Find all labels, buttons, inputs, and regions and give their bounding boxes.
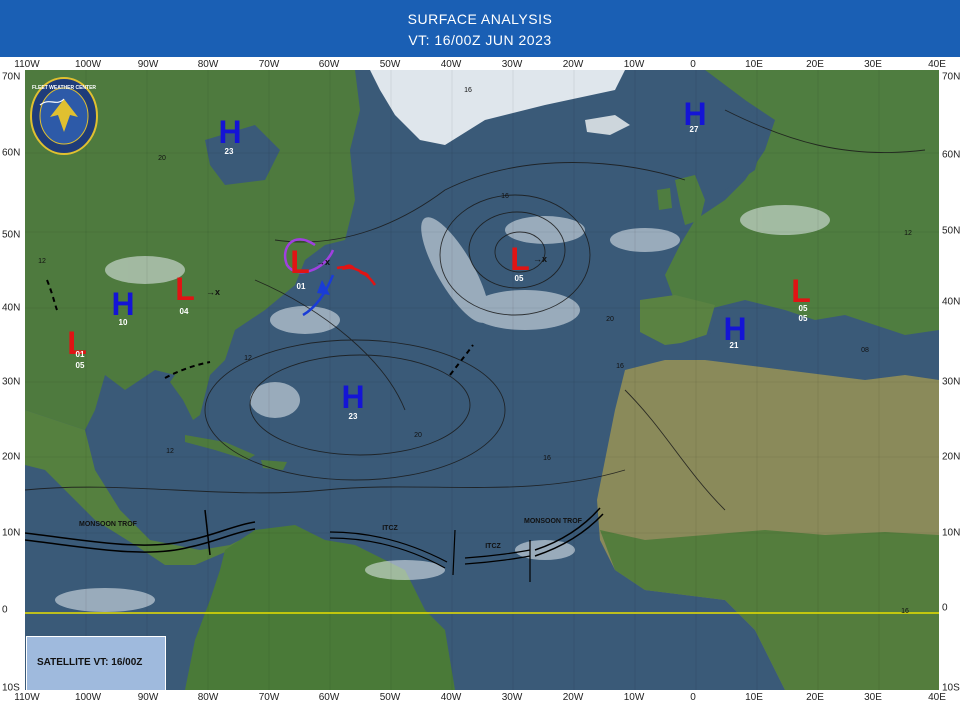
itcz-label-1: ITCZ — [382, 525, 398, 532]
lat-label-right: 70N — [942, 71, 960, 83]
high-value-northatlantic: 27 — [690, 125, 699, 134]
lon-label-bottom: 0 — [690, 692, 696, 703]
satellite-map: H 23 H 27 H 10 L 04 →x L 01 →x L 05 →x L… — [25, 70, 939, 690]
isobar-label: 16 — [616, 363, 624, 370]
itcz-label-2: ITCZ — [485, 543, 501, 550]
valid-time: VT: 16/00Z JUN 2023 — [408, 32, 552, 48]
lon-label-bottom: 110W — [14, 692, 40, 703]
high-value-bermuda: 23 — [349, 412, 358, 421]
lon-label-bottom: 70W — [258, 692, 280, 703]
lat-label-right: 50N — [942, 225, 960, 237]
ireland — [657, 188, 672, 210]
isobar-label: 20 — [158, 155, 166, 162]
high-pressure-mark-bermuda: H — [341, 379, 364, 415]
lat-label-right: 20N — [942, 451, 960, 463]
lon-label-top: 10W — [623, 59, 645, 70]
lat-label-right: 10S — [942, 682, 960, 694]
low-value-italy: 05 — [799, 304, 808, 313]
logo-lettering: FLEET WEATHER CENTER — [32, 85, 96, 91]
lon-label-top: 100W — [74, 59, 102, 70]
lat-label-right: 30N — [942, 376, 960, 388]
high-value-midwest: 10 — [119, 318, 128, 327]
lon-label-top: 50W — [379, 59, 401, 70]
satellite-valid-time-box: SATELLITE VT: 16/00Z — [26, 636, 166, 691]
lon-label-top: 40W — [440, 59, 462, 70]
isobar-label: 16 — [501, 193, 509, 200]
lat-label-right: 0 — [942, 602, 948, 614]
lat-label-right: 10N — [942, 527, 960, 539]
lon-label-top: 20W — [562, 59, 584, 70]
lon-label-bottom: 20E — [806, 692, 824, 703]
lat-label-right: 40N — [942, 296, 960, 308]
isobar-label: 12 — [904, 230, 912, 237]
lon-label-top: 80W — [197, 59, 219, 70]
lon-label-top: 90W — [137, 59, 159, 70]
lon-label-top: 30W — [501, 59, 523, 70]
low-value-greatlakes: 04 — [180, 307, 189, 316]
isobar-label: 08 — [861, 347, 869, 354]
lat-label-left: 70N — [2, 71, 21, 83]
lat-label-left: 40N — [2, 302, 21, 314]
isobar-label: 16 — [464, 87, 472, 94]
lon-label-bottom: 30E — [864, 692, 882, 703]
monsoon-trof-label-right: MONSOON TROF — [524, 518, 583, 525]
low-value-texas: 01 — [76, 350, 85, 359]
isobar-label: 12 — [166, 448, 174, 455]
isobar-label: 20 — [414, 432, 422, 439]
lon-label-bottom: 100W — [74, 692, 102, 703]
high-value-canada: 23 — [225, 147, 234, 156]
lat-label-left: 10S — [2, 682, 20, 694]
lon-label-bottom: 10W — [623, 692, 645, 703]
lon-label-top: 60W — [318, 59, 340, 70]
satellite-valid-time: SATELLITE VT: 16/00Z — [37, 657, 143, 668]
lon-label-bottom: 80W — [197, 692, 219, 703]
low-track-arrow-midatlantic: →x — [533, 254, 547, 264]
lon-label-top: 40E — [928, 59, 946, 70]
map-header: SURFACE ANALYSIS VT: 16/00Z JUN 2023 — [0, 0, 960, 57]
lon-label-bottom: 20W — [562, 692, 584, 703]
high-pressure-mark-canada: H — [218, 114, 241, 150]
lon-label-bottom: 90W — [137, 692, 159, 703]
isobar-label: 16 — [543, 455, 551, 462]
monsoon-trof-label-left: MONSOON TROF — [79, 521, 138, 528]
lat-label-left: 60N — [2, 147, 21, 159]
lat-label-right: 60N — [942, 149, 960, 161]
high-pressure-mark-midwest: H — [111, 286, 134, 322]
map-title: SURFACE ANALYSIS — [407, 11, 553, 27]
lon-label-top: 20E — [806, 59, 824, 70]
lon-label-bottom: 30W — [501, 692, 523, 703]
isobar-label: 12 — [244, 355, 252, 362]
lon-label-bottom: 40W — [440, 692, 462, 703]
low-pressure-mark-greatlakes: L — [175, 271, 195, 307]
lon-label-top: 0 — [690, 59, 696, 70]
low-track-arrow-newfoundland: →x — [316, 257, 330, 267]
lon-label-bottom: 50W — [379, 692, 401, 703]
isobar-label: 20 — [606, 316, 614, 323]
isobar-label: 12 — [38, 258, 46, 265]
lon-label-bottom: 10E — [745, 692, 763, 703]
low-value2-texas: 05 — [76, 361, 85, 370]
low-value-newfoundland: 01 — [297, 282, 306, 291]
isobar-label: 16 — [901, 608, 909, 615]
low-value2-italy: 05 — [799, 314, 808, 323]
lat-label-left: 0 — [2, 604, 8, 616]
lon-label-bottom: 40E — [928, 692, 946, 703]
low-track-arrow-greatlakes: →x — [206, 287, 220, 297]
lon-label-top: 30E — [864, 59, 882, 70]
low-value-midatlantic: 05 — [515, 274, 524, 283]
lon-label-top: 110W — [14, 59, 40, 70]
high-value-algeria: 21 — [730, 341, 739, 350]
lon-label-bottom: 60W — [318, 692, 340, 703]
lat-label-left: 20N — [2, 451, 21, 463]
lat-label-left: 10N — [2, 527, 21, 539]
low-pressure-mark-midatlantic: L — [510, 241, 530, 277]
lon-label-top: 10E — [745, 59, 763, 70]
lat-label-left: 30N — [2, 376, 21, 388]
lat-label-left: 50N — [2, 229, 21, 241]
fleet-weather-center-logo: FLEET WEATHER CENTER — [30, 77, 98, 155]
lon-label-top: 70W — [258, 59, 280, 70]
low-pressure-mark-newfoundland: L — [290, 244, 310, 280]
